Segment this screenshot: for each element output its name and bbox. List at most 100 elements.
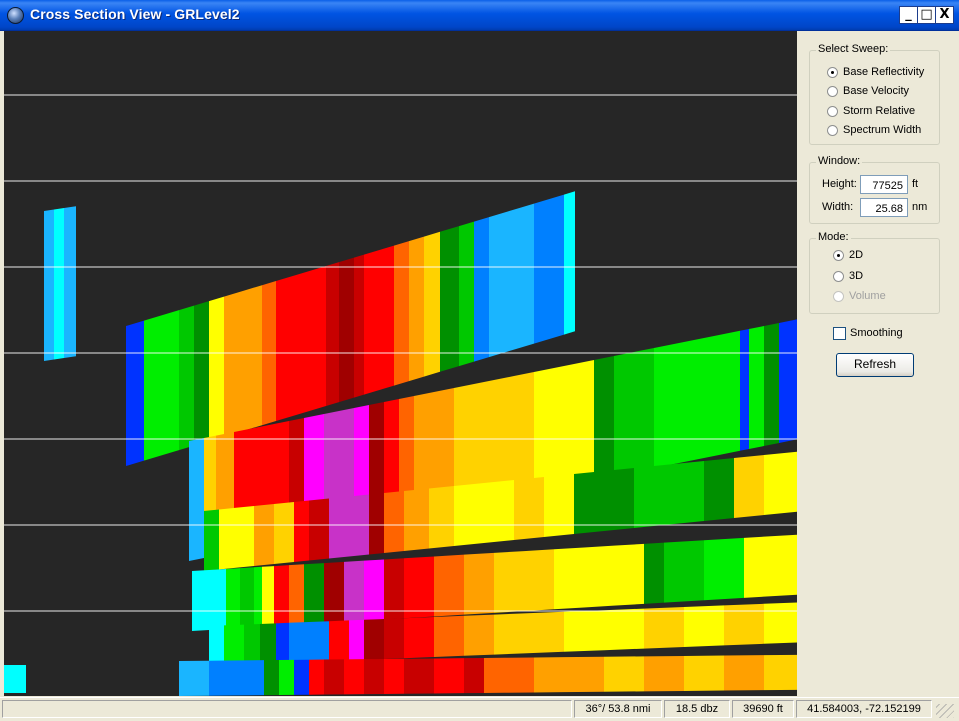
lower-sweep-gate — [514, 477, 544, 540]
minimize-button[interactable]: _ — [899, 6, 918, 24]
width-unit: nm — [912, 201, 928, 213]
lower-sweep-gate — [724, 655, 764, 691]
lower-sweep-gate — [324, 561, 344, 624]
lower-sweep-gate — [604, 468, 634, 531]
lower-sweep-gate — [276, 622, 289, 664]
mode-group: Mode: 2D 3D Volume — [809, 231, 940, 314]
lower-sweep-gate — [209, 625, 224, 666]
lower-sweep-gate — [404, 658, 434, 694]
lower-sweep-gate — [364, 658, 384, 695]
lower-sweep-gate — [564, 610, 604, 652]
lower-sweep-gate — [349, 619, 364, 661]
lower-sweep-gate — [484, 657, 504, 693]
app-icon — [7, 7, 24, 24]
lower-sweep-gate — [434, 615, 464, 657]
lower-sweep-gate — [404, 488, 429, 551]
status-bearing: 36°/ 53.8 nmi — [574, 700, 662, 718]
radio-label: Storm Relative — [843, 105, 916, 117]
smoothing-checkbox[interactable] — [833, 327, 846, 340]
top-sweep-gate — [409, 236, 424, 382]
status-message — [2, 700, 572, 718]
top-sweep-gate — [339, 257, 354, 403]
radio-dot — [827, 67, 838, 78]
lower-sweep-gate — [454, 483, 484, 546]
top-sweep-gate — [179, 305, 194, 451]
top-sweep-gate — [209, 296, 224, 442]
lower-sweep-gate — [194, 660, 209, 696]
lower-sweep-gate — [294, 500, 309, 562]
top-sweep-gate — [504, 208, 519, 353]
lower-sweep-gate — [309, 498, 329, 561]
radio-dot — [833, 271, 844, 282]
radio-dot — [827, 125, 838, 136]
lower-sweep-gate — [464, 657, 484, 694]
lower-sweep-gate — [226, 568, 240, 629]
maximize-button[interactable]: □ — [917, 6, 936, 24]
top-sweep-gate — [474, 217, 489, 362]
lower-sweep-gate — [274, 502, 294, 564]
height-unit: ft — [912, 178, 919, 190]
lower-sweep-gate — [274, 565, 289, 627]
middle-sweep-gate — [514, 372, 534, 496]
lower-sweep-gate — [554, 547, 584, 610]
lower-sweep-gate — [614, 543, 644, 606]
resize-grip[interactable] — [936, 704, 954, 718]
refresh-button[interactable]: Refresh — [836, 353, 914, 377]
radio-label: Base Velocity — [843, 85, 910, 97]
control-panel: Select Sweep: Base Reflectivity Base Vel… — [797, 31, 959, 696]
top-sweep-gate — [126, 320, 144, 466]
middle-sweep-gate — [654, 342, 684, 468]
lower-sweep-gate — [644, 655, 684, 692]
middle-sweep-gate — [714, 330, 740, 456]
lower-sweep-gate — [244, 623, 260, 665]
lower-sweep-gate — [564, 656, 604, 693]
lower-sweep-gate — [464, 614, 494, 656]
select-sweep-title: Select Sweep: — [816, 43, 891, 55]
lower-sweep-gate — [254, 566, 262, 628]
middle-sweep-gate — [189, 438, 204, 561]
cross-section-canvas[interactable] — [4, 31, 797, 696]
lower-sweep-gate — [724, 603, 764, 646]
middle-sweep-gate — [740, 329, 749, 451]
middle-sweep-gate — [684, 336, 714, 462]
mode-title: Mode: — [816, 231, 851, 243]
middle-sweep-gate — [634, 348, 654, 472]
lower-sweep-gate — [664, 540, 704, 603]
radio-label: Spectrum Width — [843, 124, 922, 136]
top-sweep-gate — [326, 262, 339, 406]
lower-sweep-gate — [464, 552, 494, 615]
lower-sweep-gate — [309, 659, 324, 695]
lower-sweep-gate — [209, 660, 229, 696]
top-sweep-gate — [489, 212, 504, 358]
radar-plot[interactable] — [4, 31, 797, 696]
lower-sweep-gate — [704, 458, 734, 521]
status-height: 39690 ft — [732, 700, 794, 718]
width-input[interactable] — [860, 198, 908, 217]
top-sweep-gate — [164, 310, 179, 455]
top-sweep-gate — [459, 221, 474, 367]
lower-sweep-gate — [644, 607, 684, 649]
lower-sweep-gate — [404, 556, 434, 619]
lower-sweep-gate — [294, 659, 309, 695]
lower-sweep-gate — [204, 509, 219, 571]
middle-sweep-gate — [764, 323, 779, 446]
title-bar[interactable]: Cross Section View - GRLevel2 _ □ X — [0, 0, 959, 31]
lower-sweep-gate — [344, 560, 364, 622]
radio-dot — [827, 106, 838, 117]
lower-sweep-gate — [524, 549, 554, 612]
lower-sweep-gate — [309, 621, 329, 662]
lower-sweep-gate — [504, 657, 534, 693]
status-coordinates: 41.584003, -72.152199 — [796, 700, 932, 718]
middle-sweep-gate — [574, 360, 594, 484]
status-bar: 36°/ 53.8 nmi 18.5 dbz 39690 ft 41.58400… — [0, 697, 959, 721]
smoothing-label[interactable]: Smoothing — [850, 327, 903, 339]
close-button[interactable]: X — [935, 6, 954, 24]
height-input[interactable] — [860, 175, 908, 194]
lower-sweep-gate — [434, 554, 464, 617]
echo-cell — [4, 665, 26, 693]
lower-sweep-gate — [484, 480, 514, 543]
lower-sweep-gate — [369, 493, 384, 555]
lower-sweep-gate — [684, 655, 724, 691]
radio-dot — [833, 291, 844, 302]
lower-sweep-gate — [324, 659, 344, 695]
